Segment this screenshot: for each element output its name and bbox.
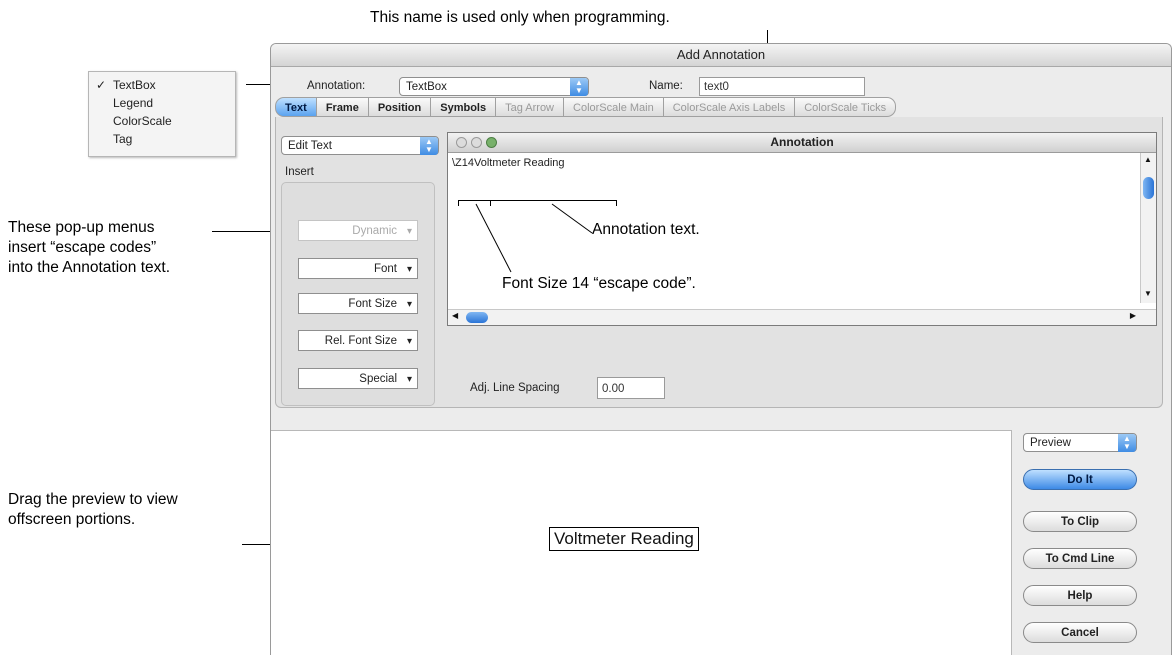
tab-position[interactable]: Position xyxy=(368,97,432,117)
menu-item-colorscale[interactable]: ColorScale xyxy=(113,114,172,128)
vertical-scroll-thumb[interactable] xyxy=(1143,177,1154,199)
dialog-title: Add Annotation xyxy=(271,44,1171,67)
escape-code-callout: Font Size 14 “escape code”. xyxy=(502,275,696,292)
rel-font-size-popup[interactable]: Rel. Font Size xyxy=(298,330,418,352)
menu-check-icon: ✓ xyxy=(96,78,107,92)
menu-item-textbox[interactable]: TextBox xyxy=(113,78,156,92)
horizontal-scrollbar[interactable]: ◀ ▶ xyxy=(448,309,1156,325)
editor-title: Annotation xyxy=(448,133,1156,153)
preview-area[interactable]: Voltmeter Reading xyxy=(271,430,1012,655)
horizontal-scroll-thumb[interactable] xyxy=(466,312,488,323)
tab-tag-arrow[interactable]: Tag Arrow xyxy=(496,97,565,117)
menu-item-legend[interactable]: Legend xyxy=(113,96,153,110)
tab-frame[interactable]: Frame xyxy=(316,97,369,117)
dynamic-popup[interactable]: Dynamic xyxy=(298,220,418,242)
to-clip-button[interactable]: To Clip xyxy=(1023,511,1137,532)
annotation-label: Annotation: xyxy=(307,80,366,92)
tab-colorscale-axis-labels[interactable]: ColorScale Axis Labels xyxy=(663,97,796,117)
annotation-text-callout: Annotation text. xyxy=(592,221,700,238)
tab-text[interactable]: Text xyxy=(275,97,317,117)
popup-arrows-icon: ▲ ▼ xyxy=(570,78,588,96)
scroll-down-icon[interactable]: ▼ xyxy=(1144,289,1152,298)
annotation-text-editor[interactable]: \Z14Voltmeter Reading xyxy=(452,157,565,169)
tab-bar: Text Frame Position Symbols Tag Arrow Co… xyxy=(275,97,897,117)
annotation-type-popup[interactable]: TextBox ▲ ▼ xyxy=(399,77,589,96)
help-button[interactable]: Help xyxy=(1023,585,1137,606)
minimize-icon[interactable] xyxy=(471,137,482,148)
bracket-tick-mid xyxy=(490,200,491,206)
drag-callout-text: Drag the preview to view offscreen porti… xyxy=(8,491,178,528)
bracket-line xyxy=(458,200,617,201)
vertical-scrollbar[interactable]: ▲ ▼ xyxy=(1140,153,1156,303)
font-size-popup[interactable]: Font Size xyxy=(298,293,418,315)
to-cmd-line-button[interactable]: To Cmd Line xyxy=(1023,548,1137,569)
popup-arrows-icon: ▲ ▼ xyxy=(1118,434,1136,452)
cancel-button[interactable]: Cancel xyxy=(1023,622,1137,643)
tab-colorscale-ticks[interactable]: ColorScale Ticks xyxy=(795,97,897,117)
close-icon[interactable] xyxy=(456,137,467,148)
special-popup[interactable]: Special xyxy=(298,368,418,390)
name-label: Name: xyxy=(649,80,683,92)
menu-item-tag[interactable]: Tag xyxy=(113,132,132,146)
edit-text-popup[interactable]: Edit Text ▲ ▼ xyxy=(281,136,439,155)
scroll-up-icon[interactable]: ▲ xyxy=(1144,155,1152,164)
insert-label: Insert xyxy=(285,166,314,178)
popup-arrows-icon: ▲ ▼ xyxy=(420,137,438,155)
bracket-tick-left xyxy=(458,200,459,206)
name-callout-text: This name is used only when programming. xyxy=(370,9,670,26)
line-spacing-field[interactable]: 0.00 xyxy=(597,377,665,399)
annotation-editor-window: Annotation \Z14Voltmeter Reading ▲ ▼ ◀ ▶ xyxy=(447,132,1157,326)
name-field[interactable]: text0 xyxy=(699,77,865,96)
font-popup[interactable]: Font xyxy=(298,258,418,280)
popup-callout-text: These pop-up menus insert “escape codes”… xyxy=(8,219,171,276)
annotation-menu-illustration: ✓ TextBox Legend ColorScale Tag xyxy=(88,71,236,157)
tab-symbols[interactable]: Symbols xyxy=(431,97,497,117)
add-annotation-dialog: Add Annotation Annotation: TextBox ▲ ▼ Na… xyxy=(270,43,1172,655)
do-it-button[interactable]: Do It xyxy=(1023,469,1137,490)
zoom-icon[interactable] xyxy=(486,137,497,148)
preview-popup[interactable]: Preview ▲ ▼ xyxy=(1023,433,1137,452)
scroll-right-icon[interactable]: ▶ xyxy=(1130,311,1136,320)
bracket-tick-right xyxy=(616,200,617,206)
tab-colorscale-main[interactable]: ColorScale Main xyxy=(564,97,664,117)
preview-annotation[interactable]: Voltmeter Reading xyxy=(549,527,699,551)
line-spacing-label: Adj. Line Spacing xyxy=(470,382,560,394)
scroll-left-icon[interactable]: ◀ xyxy=(452,311,458,320)
